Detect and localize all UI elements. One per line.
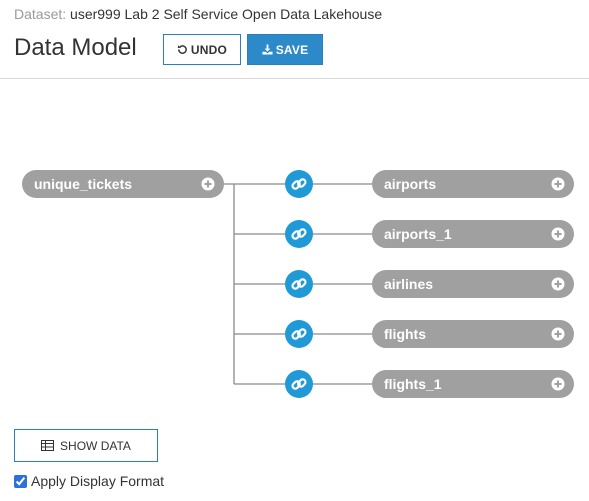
plus-circle-icon[interactable] [551,227,565,241]
table-node-airports-1[interactable]: airports_1 [372,220,574,248]
link-icon[interactable] [285,220,313,248]
table-node-airlines[interactable]: airlines [372,270,574,298]
apply-display-format[interactable]: Apply Display Format [14,473,164,489]
connector-lines [223,183,372,385]
plus-circle-icon[interactable] [201,177,215,191]
table-node-flights[interactable]: flights [372,320,574,348]
apply-display-format-label: Apply Display Format [31,473,165,489]
table-icon [41,440,55,451]
plus-circle-icon[interactable] [551,277,565,291]
table-node-label: unique_tickets [34,176,133,192]
link-icon[interactable] [285,270,313,298]
link-icon[interactable] [285,170,313,198]
apply-display-format-checkbox[interactable] [14,474,27,488]
table-node-label: flights_1 [384,376,442,392]
table-node-flights-1[interactable]: flights_1 [372,370,574,398]
table-node-label: flights [384,326,426,342]
plus-circle-icon[interactable] [551,327,565,341]
plus-circle-icon[interactable] [551,177,565,191]
table-node-label: airports [384,176,437,192]
table-node-label: airlines [384,276,434,292]
link-icon[interactable] [285,320,313,348]
table-node-airports[interactable]: airports [372,170,574,198]
data-model-canvas: unique_tickets airports airports_1 airli… [0,0,589,501]
show-data-button[interactable]: SHOW DATA [14,429,158,462]
plus-circle-icon[interactable] [551,377,565,391]
show-data-label: SHOW DATA [60,438,131,453]
link-icon[interactable] [285,370,313,398]
table-node-label: airports_1 [384,226,452,242]
table-node-unique-tickets[interactable]: unique_tickets [22,170,224,198]
